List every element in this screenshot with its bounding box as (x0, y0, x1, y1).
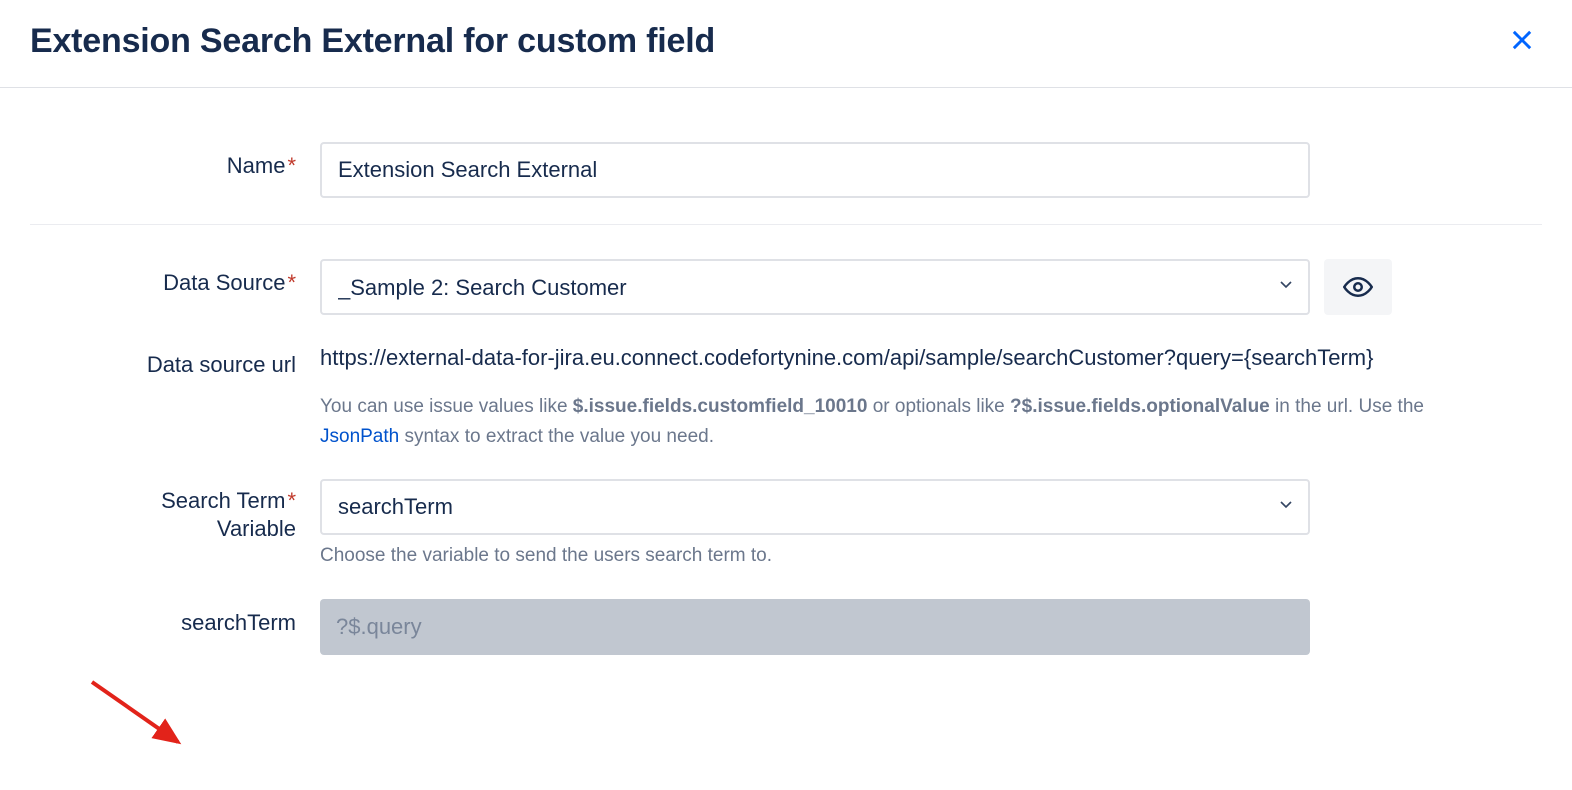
label-data-source: Data Source* (30, 259, 320, 315)
data-source-url-value: https://external-data-for-jira.eu.connec… (320, 341, 1390, 374)
data-source-select[interactable]: _Sample 2: Search Customer (320, 259, 1310, 315)
row-data-source: Data Source* _Sample 2: Search Customer (30, 259, 1542, 315)
search-term-variable-help: Choose the variable to send the users se… (320, 545, 1430, 567)
row-search-term-variable: Search Term* Variable searchTerm Choose … (30, 479, 1542, 567)
search-term-variable-select[interactable]: searchTerm (320, 479, 1310, 535)
close-button[interactable] (1502, 20, 1542, 63)
label-search-term-field: searchTerm (30, 599, 320, 655)
row-data-source-url: Data source url https://external-data-fo… (30, 341, 1542, 453)
label-name: Name* (30, 142, 320, 198)
dialog-title: Extension Search External for custom fie… (30, 22, 715, 61)
close-icon (1508, 26, 1536, 54)
search-term-input (320, 599, 1310, 655)
label-data-source-url: Data source url (30, 341, 320, 453)
label-search-term-variable: Search Term* Variable (30, 479, 320, 567)
preview-button[interactable] (1324, 259, 1392, 315)
required-marker: * (287, 270, 296, 295)
dialog-header: Extension Search External for custom fie… (0, 0, 1572, 87)
required-marker: * (287, 153, 296, 178)
required-marker: * (287, 488, 296, 513)
section-divider (30, 224, 1542, 225)
annotation-arrow (86, 676, 196, 771)
row-search-term-field: searchTerm (30, 599, 1542, 655)
name-input[interactable] (320, 142, 1310, 198)
dialog-extension-config: Extension Search External for custom fie… (0, 0, 1572, 790)
eye-icon (1343, 272, 1373, 302)
dialog-body: Name* (0, 88, 1572, 198)
row-name: Name* (30, 142, 1542, 198)
jsonpath-link[interactable]: JsonPath (320, 426, 399, 447)
data-source-url-help: You can use issue values like $.issue.fi… (320, 392, 1430, 453)
